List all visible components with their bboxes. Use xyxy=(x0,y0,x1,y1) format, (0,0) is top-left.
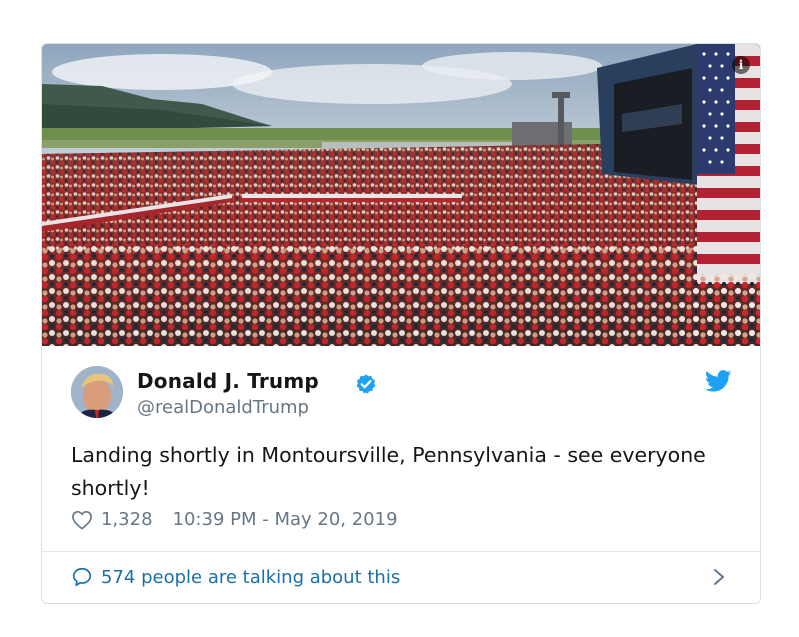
tweet-meta: 1,328 10:39 PM - May 20, 2019 xyxy=(71,509,398,530)
talking-link[interactable]: 574 people are talking about this xyxy=(71,566,400,588)
author-handle[interactable]: @realDonaldTrump xyxy=(137,397,309,418)
tweet-photo[interactable]: i xyxy=(42,44,760,346)
verified-badge-icon xyxy=(356,374,376,394)
like-count[interactable]: 1,328 xyxy=(101,509,153,530)
tweet-text: Landing shortly in Montoursville, Pennsy… xyxy=(71,443,706,500)
avatar[interactable] xyxy=(71,366,123,418)
rally-crowd-image xyxy=(42,44,760,346)
talking-text[interactable]: 574 people are talking about this xyxy=(101,567,400,588)
twitter-bird-icon[interactable] xyxy=(705,370,732,392)
tweet-timestamp[interactable]: 10:39 PM - May 20, 2019 xyxy=(173,509,398,530)
divider xyxy=(42,551,760,552)
heart-icon[interactable] xyxy=(71,510,93,530)
chevron-right-icon[interactable] xyxy=(712,567,726,587)
speech-bubble-icon xyxy=(72,567,92,587)
author-name[interactable]: Donald J. Trump xyxy=(137,369,319,393)
profile-photo xyxy=(71,366,123,418)
tweet-card[interactable]: i Donald J. Trump @realDonaldTrump Landi… xyxy=(41,43,761,604)
info-icon[interactable]: i xyxy=(732,56,750,74)
